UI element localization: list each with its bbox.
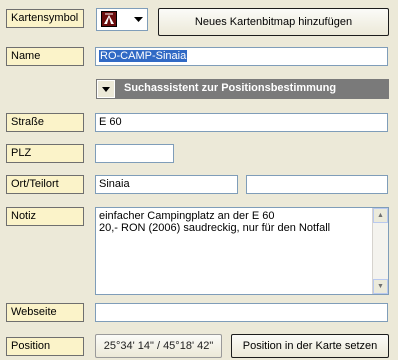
name-value: RO-CAMP-Sinaia bbox=[99, 50, 188, 62]
strasse-input[interactable]: E 60 bbox=[95, 113, 388, 132]
add-map-bitmap-button[interactable]: Neues Kartenbitmap hinzufügen bbox=[158, 8, 389, 36]
ort-label: Ort/Teilort bbox=[6, 175, 84, 194]
position-coordinates-button[interactable]: 25°34' 14" / 45°18' 42" bbox=[95, 334, 222, 358]
scroll-down-arrow-icon[interactable]: ▼ bbox=[373, 279, 388, 294]
tent-icon bbox=[101, 11, 117, 27]
kartensymbol-label: Kartensymbol bbox=[6, 9, 84, 28]
notiz-scrollbar[interactable]: ▲ ▼ bbox=[372, 208, 388, 294]
search-assistant-label: Suchassistent zur Positionsbestimmung bbox=[124, 82, 337, 94]
strasse-label: Straße bbox=[6, 113, 84, 132]
name-label: Name bbox=[6, 47, 84, 66]
webseite-label: Webseite bbox=[6, 303, 84, 322]
ort-input[interactable]: Sinaia bbox=[95, 175, 238, 194]
webseite-input[interactable] bbox=[95, 303, 388, 322]
dropdown-arrow-icon[interactable] bbox=[129, 9, 147, 30]
search-assistant-bar[interactable]: Suchassistent zur Positionsbestimmung bbox=[96, 79, 389, 99]
notiz-label: Notiz bbox=[6, 207, 84, 226]
position-label: Position bbox=[6, 337, 84, 356]
notiz-textarea[interactable]: einfacher Campingplatz an der E 60 20,- … bbox=[95, 207, 389, 295]
map-symbol-dropdown[interactable] bbox=[96, 8, 148, 31]
set-position-on-map-button[interactable]: Position in der Karte setzen bbox=[231, 334, 389, 358]
notiz-text: einfacher Campingplatz an der E 60 20,- … bbox=[95, 207, 389, 295]
plz-input[interactable] bbox=[95, 144, 174, 163]
name-input[interactable]: RO-CAMP-Sinaia bbox=[95, 47, 388, 66]
triangle-down-icon[interactable] bbox=[97, 80, 115, 98]
teilort-input[interactable] bbox=[246, 175, 388, 194]
scroll-up-arrow-icon[interactable]: ▲ bbox=[373, 208, 388, 223]
plz-label: PLZ bbox=[6, 144, 84, 163]
